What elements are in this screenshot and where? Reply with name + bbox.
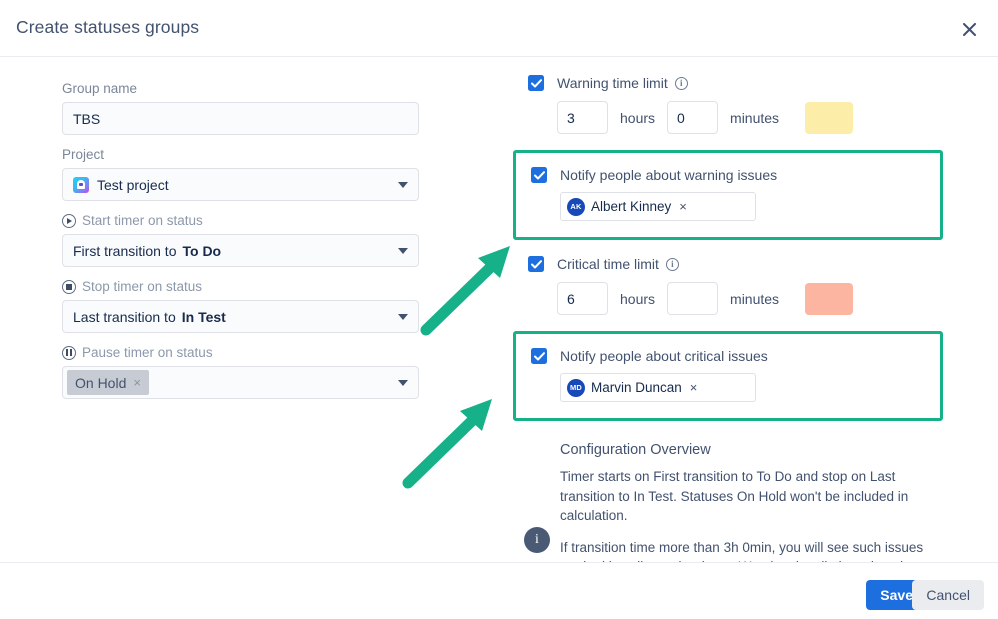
warning-time-limit-group: Warning time limit i 3 hours 0 minutes (528, 75, 943, 134)
critical-time-limit-label: Critical time limit (557, 256, 659, 272)
critical-hours-label: hours (620, 291, 655, 307)
critical-color-swatch (805, 283, 853, 315)
notify-warning-row: Notify people about warning issues (531, 167, 924, 183)
stop-timer-label-row: Stop timer on status (62, 279, 419, 294)
stop-timer-prefix: Last transition to (73, 309, 176, 325)
notify-warning-user-chip: AK Albert Kinney × (567, 198, 687, 216)
configuration-overview-title: Configuration Overview (560, 442, 943, 458)
pause-timer-label: Pause timer on status (82, 345, 213, 360)
user-remove-icon[interactable]: × (679, 199, 687, 214)
dialog-header: Create statuses groups (0, 0, 998, 57)
warning-time-limit-label-wrap: Warning time limit i (557, 75, 688, 91)
warning-hours-input[interactable]: 3 (557, 101, 608, 134)
pause-status-chip-label: On Hold (75, 375, 126, 391)
notify-warning-user-name: Albert Kinney (591, 199, 671, 214)
page-title: Create statuses groups (16, 17, 199, 38)
avatar: AK (567, 198, 585, 216)
project-label: Project (62, 147, 419, 162)
info-outline-icon[interactable]: i (666, 258, 679, 271)
group-name-value: TBS (73, 111, 100, 127)
start-timer-label-row: Start timer on status (62, 213, 419, 228)
notify-critical-user-chip: MD Marvin Duncan × (567, 379, 697, 397)
warning-color-swatch (805, 102, 853, 134)
pause-timer-select[interactable]: On Hold × (62, 366, 419, 399)
stop-circle-icon (62, 280, 76, 294)
warning-hours-label: hours (620, 110, 655, 126)
critical-minutes-label: minutes (730, 291, 779, 307)
info-filled-icon: i (524, 527, 550, 553)
avatar: MD (567, 379, 585, 397)
notify-critical-checkbox[interactable] (531, 348, 547, 364)
project-field: Project Test project (62, 147, 419, 201)
stop-timer-field: Stop timer on status Last transition to … (62, 279, 419, 333)
close-icon-glyph (963, 23, 976, 36)
critical-time-limit-row: Critical time limit i (528, 256, 943, 272)
notify-critical-highlight-box: Notify people about critical issues MD M… (513, 331, 943, 421)
chevron-down-icon (398, 248, 408, 254)
chevron-down-icon (398, 314, 408, 320)
critical-time-limit-checkbox[interactable] (528, 256, 544, 272)
group-name-label: Group name (62, 81, 419, 96)
start-timer-status: To Do (182, 243, 221, 259)
stop-timer-select[interactable]: Last transition to In Test (62, 300, 419, 333)
warning-time-inputs: 3 hours 0 minutes (557, 101, 943, 134)
cancel-button[interactable]: Cancel (912, 580, 984, 610)
critical-time-inputs: 6 hours minutes (557, 282, 943, 315)
configuration-overview-paragraph-1: Timer starts on First transition to To D… (560, 467, 932, 526)
warning-minutes-input[interactable]: 0 (667, 101, 718, 134)
warning-time-limit-label: Warning time limit (557, 75, 668, 91)
warning-time-limit-row: Warning time limit i (528, 75, 943, 91)
notify-warning-user-input[interactable]: AK Albert Kinney × (560, 192, 756, 221)
create-statuses-groups-dialog: Create statuses groups Group name TBS Pr… (0, 0, 998, 619)
notify-critical-user-name: Marvin Duncan (591, 380, 682, 395)
critical-minutes-input[interactable] (667, 282, 718, 315)
pause-circle-icon (62, 346, 76, 360)
pause-timer-field: Pause timer on status On Hold × (62, 345, 419, 399)
project-select[interactable]: Test project (62, 168, 419, 201)
play-circle-icon (62, 214, 76, 228)
info-outline-icon[interactable]: i (675, 77, 688, 90)
pause-status-chip: On Hold × (67, 370, 149, 395)
chevron-down-icon (398, 380, 408, 386)
notify-warning-checkbox[interactable] (531, 167, 547, 183)
notify-critical-row: Notify people about critical issues (531, 348, 924, 364)
notify-warning-label: Notify people about warning issues (560, 167, 777, 183)
close-icon[interactable] (954, 14, 984, 44)
notify-critical-user-input[interactable]: MD Marvin Duncan × (560, 373, 756, 402)
notify-critical-label: Notify people about critical issues (560, 348, 768, 364)
start-timer-select[interactable]: First transition to To Do (62, 234, 419, 267)
start-timer-label: Start timer on status (82, 213, 203, 228)
project-value: Test project (97, 177, 169, 193)
right-settings-column: Warning time limit i 3 hours 0 minutes (513, 75, 943, 421)
group-name-input[interactable]: TBS (62, 102, 419, 135)
notify-warning-highlight-box: Notify people about warning issues AK Al… (513, 150, 943, 240)
critical-time-limit-group: Critical time limit i 6 hours minutes (528, 256, 943, 315)
stop-timer-label: Stop timer on status (82, 279, 202, 294)
chevron-down-icon (398, 182, 408, 188)
warning-time-limit-checkbox[interactable] (528, 75, 544, 91)
start-timer-prefix: First transition to (73, 243, 176, 259)
group-name-field: Group name TBS (62, 81, 419, 135)
arrow-pointing-to-notify-warning (418, 232, 528, 342)
critical-time-limit-label-wrap: Critical time limit i (557, 256, 679, 272)
start-timer-field: Start timer on status First transition t… (62, 213, 419, 267)
chip-remove-icon[interactable]: × (133, 375, 141, 390)
critical-hours-input[interactable]: 6 (557, 282, 608, 315)
dialog-body: Group name TBS Project Test project Star… (0, 57, 998, 562)
user-remove-icon[interactable]: × (690, 380, 698, 395)
project-avatar-icon (73, 177, 89, 193)
warning-minutes-label: minutes (730, 110, 779, 126)
pause-timer-label-row: Pause timer on status (62, 345, 419, 360)
dialog-footer: Save Cancel (0, 562, 998, 619)
left-form-column: Group name TBS Project Test project Star… (62, 81, 419, 411)
stop-timer-status: In Test (182, 309, 226, 325)
